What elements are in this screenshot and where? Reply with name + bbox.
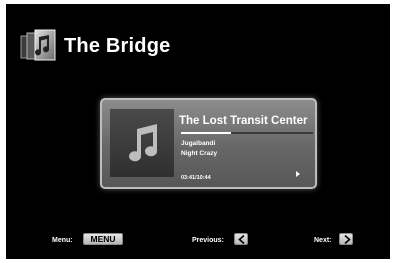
progress-fill bbox=[181, 132, 232, 134]
music-note-icon bbox=[129, 124, 158, 162]
album-name: Night Crazy bbox=[181, 150, 218, 157]
now-playing-card: The Lost Transit Center Jugalbandi Night… bbox=[100, 98, 317, 189]
app-title: The Bridge bbox=[64, 35, 171, 57]
chevron-left-icon bbox=[238, 235, 245, 244]
track-title: The Lost Transit Center bbox=[179, 115, 308, 127]
screen: The Bridge The Lost Transit Center Jugal… bbox=[6, 4, 390, 259]
previous-button[interactable] bbox=[234, 233, 248, 245]
music-library-icon bbox=[19, 27, 59, 65]
menu-button[interactable]: MENU bbox=[83, 233, 123, 245]
artist-name: Jugalbandi bbox=[181, 140, 216, 147]
time-readout: 03:41/10:44 bbox=[181, 175, 211, 181]
progress-bar bbox=[181, 132, 313, 134]
next-button[interactable] bbox=[339, 233, 353, 245]
previous-hint: Previous: bbox=[192, 237, 224, 244]
menu-hint: Menu: bbox=[52, 237, 73, 244]
album-art bbox=[110, 109, 174, 177]
play-arrow-icon bbox=[296, 171, 300, 177]
next-hint: Next: bbox=[314, 237, 332, 244]
chevron-right-icon bbox=[344, 235, 351, 244]
